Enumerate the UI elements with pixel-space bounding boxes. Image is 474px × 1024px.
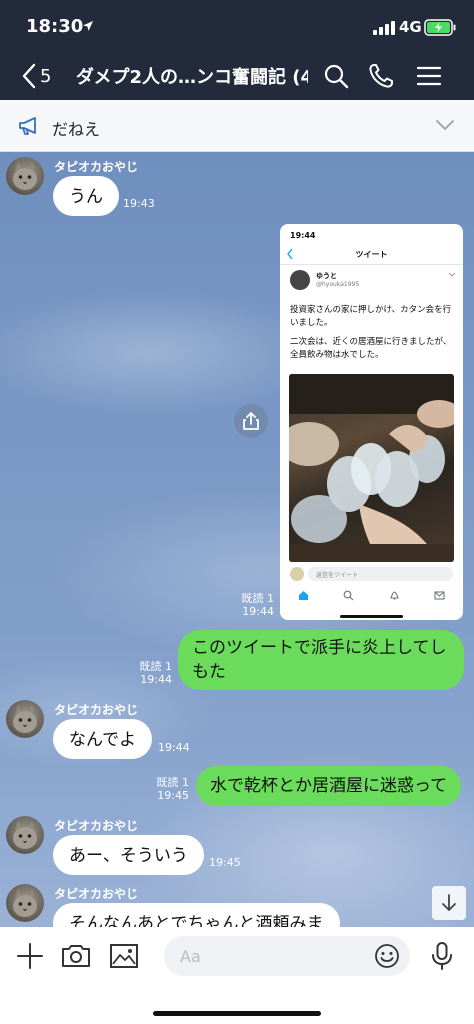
back-chevron-icon <box>22 63 36 89</box>
battery-charging-icon <box>424 19 456 36</box>
toast-photo-illustration <box>289 374 454 562</box>
top-bar: 18:30 4G 5 ダメプ2人の…ンコ奮闘記 (4) <box>0 0 474 100</box>
announcement-bar[interactable]: だねえ <box>0 100 474 152</box>
tweet-chevron-down-icon <box>448 272 456 277</box>
tweet-search-icon <box>343 590 354 601</box>
chevron-down-icon[interactable] <box>436 119 454 131</box>
tweet-status-time: 19:44 <box>290 231 316 240</box>
tweet-photo <box>289 374 454 562</box>
search-icon[interactable] <box>323 63 349 89</box>
message-input[interactable] <box>180 944 360 968</box>
message-bubble-incoming[interactable]: うん <box>53 176 119 216</box>
avatar[interactable] <box>6 884 44 922</box>
tweet-bell-icon <box>390 591 399 600</box>
menu-icon[interactable] <box>416 63 442 89</box>
tweet-avatar <box>290 270 310 290</box>
cat-avatar-icon <box>13 162 37 190</box>
cat-avatar-icon <box>13 889 37 917</box>
camera-icon[interactable] <box>61 941 91 971</box>
message-time: 19:44 <box>242 605 274 618</box>
emoji-icon[interactable] <box>374 943 400 969</box>
tweet-mail-icon <box>434 591 445 600</box>
cat-avatar-icon <box>13 705 37 733</box>
sender-name: タピオカおやじ <box>54 703 139 717</box>
read-receipt: 既読 1 <box>156 776 190 789</box>
chat-title[interactable]: ダメプ2人の…ンコ奮闘記 (4) <box>76 63 308 89</box>
sender-name: タピオカおやじ <box>54 887 139 901</box>
plus-icon[interactable] <box>15 941 45 971</box>
message-bubble-outgoing[interactable]: 水で乾杯とか居酒屋に迷惑って <box>196 766 462 806</box>
tweet-text: 投資家さんの家に押しかけ、カタン会を行いました。 二次会は、近くの居酒屋に行きま… <box>290 304 455 362</box>
phone-icon[interactable] <box>368 63 394 89</box>
message-text-line: もた <box>192 662 226 682</box>
message-time: 19:44 <box>158 741 190 754</box>
image-icon[interactable] <box>109 941 139 971</box>
message-input-container <box>164 936 410 976</box>
status-bar: 18:30 4G <box>0 0 474 52</box>
tweet-reply-avatar <box>290 567 304 581</box>
message-time: 19:43 <box>123 197 155 210</box>
message-bubble-incoming[interactable]: あー、そういう <box>53 835 204 875</box>
message-bubble-outgoing[interactable]: このツイートで派手に炎上してし もた <box>178 630 464 690</box>
sender-name: タピオカおやじ <box>54 819 139 833</box>
back-count: 5 <box>40 65 52 87</box>
message-bubble-incoming[interactable]: なんでよ <box>53 719 153 759</box>
tweet-text-line: 二次会は、近くの居酒屋に行きましたが、全員飲み物は水でした。 <box>290 337 452 360</box>
status-time: 18:30 <box>26 16 84 37</box>
sender-name: タピオカおやじ <box>54 160 139 174</box>
signal-icon <box>373 21 395 35</box>
read-receipt: 既読 1 <box>139 660 173 673</box>
scroll-down-icon <box>442 894 456 911</box>
home-indicator <box>153 1011 321 1016</box>
avatar[interactable] <box>6 700 44 738</box>
chat-area[interactable]: タピオカおやじ うん 19:43 既読 1 19:44 19:44 ツイート ゆ… <box>0 152 474 927</box>
input-bar <box>0 927 474 1024</box>
tweet-home-indicator <box>340 615 403 618</box>
tweet-screen-title: ツイート <box>355 250 388 259</box>
tweet-user-handle: @hyouka1995 <box>316 281 360 288</box>
message-text-line: このツイートで派手に炎上してし <box>192 638 447 658</box>
tweet-user-name: ゆうと <box>316 272 337 280</box>
message-time: 19:45 <box>157 789 189 802</box>
message-time: 19:44 <box>140 673 172 686</box>
message-time: 19:45 <box>209 856 241 869</box>
cat-avatar-icon <box>13 821 37 849</box>
tweet-home-icon <box>299 591 308 600</box>
message-bubble-incoming[interactable]: そんなんあとでちゃんと酒頼みま <box>53 903 340 927</box>
share-button[interactable] <box>234 404 268 438</box>
share-icon <box>243 412 259 430</box>
megaphone-icon <box>19 117 36 135</box>
tweet-reply-field: 返信をツイート <box>308 567 453 581</box>
divider <box>280 264 463 265</box>
microphone-icon[interactable] <box>427 941 457 971</box>
network-label: 4G <box>399 18 422 36</box>
avatar[interactable] <box>6 157 44 195</box>
announcement-text: だねえ <box>52 120 101 139</box>
location-arrow-icon <box>83 21 93 31</box>
chat-header: 5 ダメプ2人の…ンコ奮闘記 (4) <box>0 52 474 100</box>
avatar[interactable] <box>6 816 44 854</box>
back-button[interactable]: 5 <box>22 60 51 92</box>
image-message[interactable]: 19:44 ツイート ゆうと @hyouka1995 投資家さんの家に押しかけ、… <box>280 224 463 620</box>
tweet-text-line: 投資家さんの家に押しかけ、カタン会を行いました。 <box>290 305 452 328</box>
read-receipt: 既読 1 <box>241 592 275 605</box>
scroll-down-button[interactable] <box>432 886 466 920</box>
